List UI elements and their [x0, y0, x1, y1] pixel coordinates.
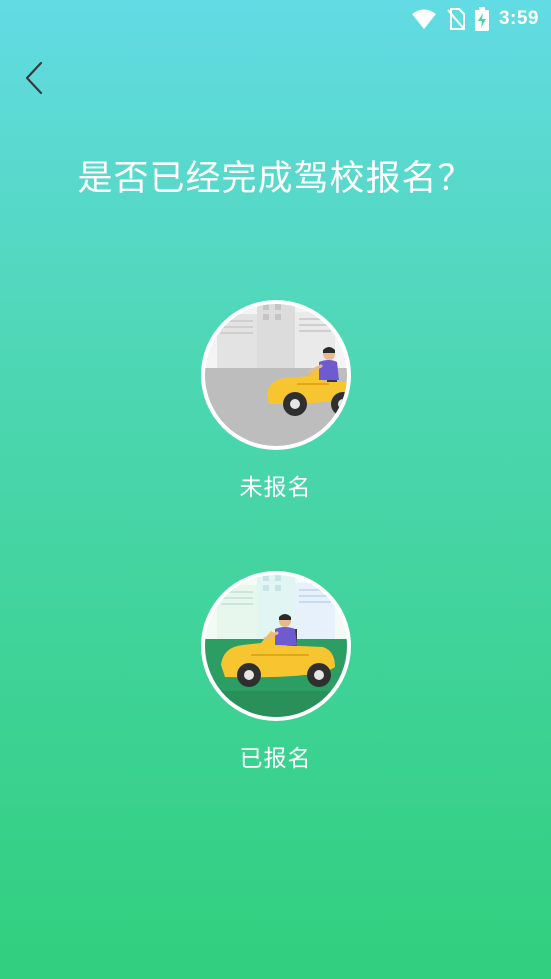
option-label-registered: 已报名	[239, 746, 312, 772]
option-not-registered[interactable]: 未报名	[176, 296, 376, 502]
car-gray-road-illustration	[200, 300, 351, 450]
status-time: 3:59	[498, 8, 539, 29]
page-title: 是否已经完成驾校报名？	[77, 159, 474, 199]
status-bar: 3:59	[0, 0, 551, 38]
chevron-left-icon	[24, 61, 44, 99]
battery-charging-icon	[474, 7, 489, 31]
option-registered[interactable]: 已报名	[176, 567, 376, 773]
wifi-icon	[411, 8, 437, 30]
back-button[interactable]	[14, 58, 54, 102]
no-sim-icon	[447, 8, 465, 30]
status-icons: 3:59	[411, 6, 539, 32]
car-green-road-illustration	[200, 571, 351, 721]
option-label-not-registered: 未报名	[239, 475, 312, 501]
